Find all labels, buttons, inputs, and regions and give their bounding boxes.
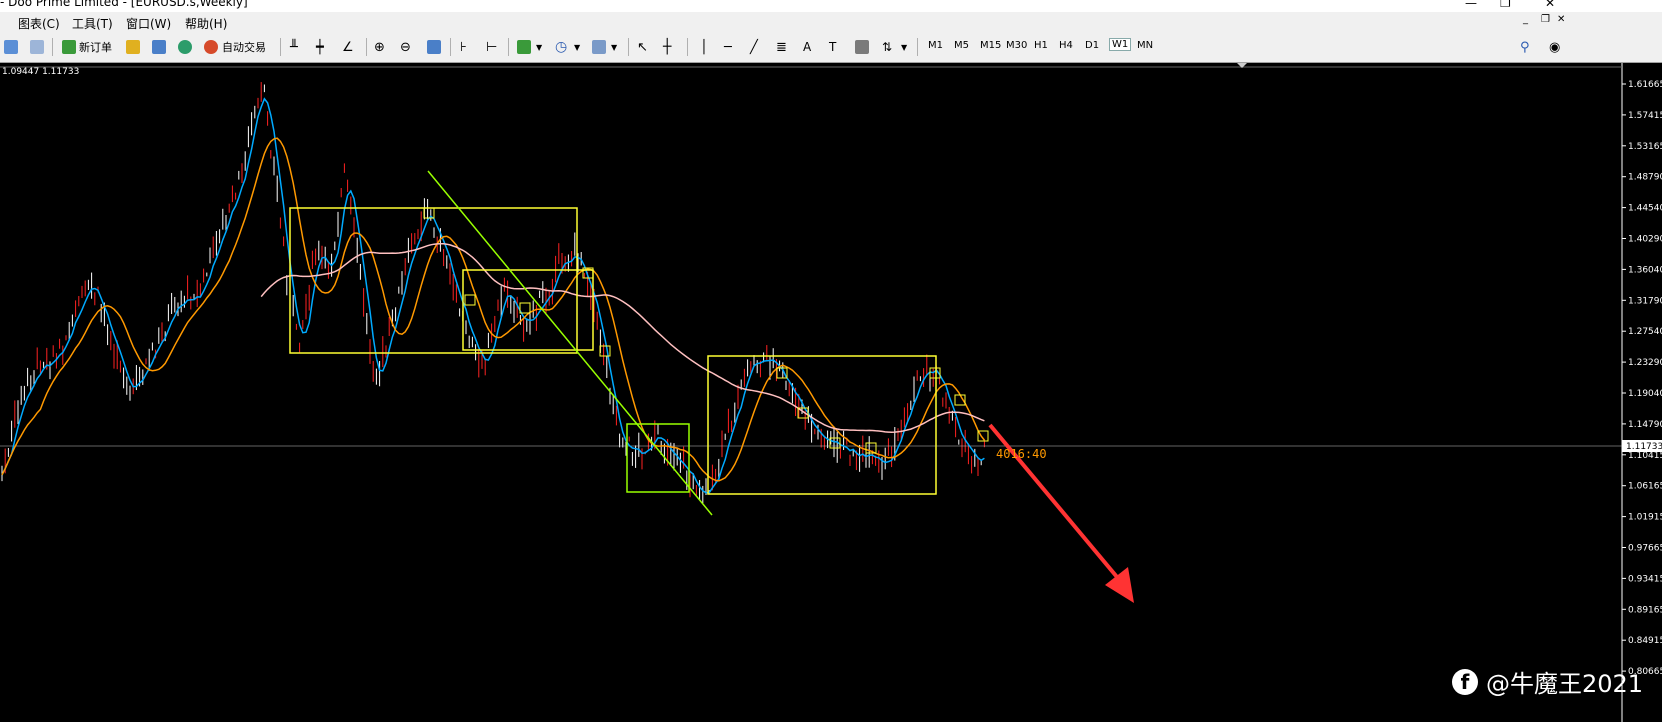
timeframe-m5[interactable]: M5 — [954, 40, 969, 51]
bar-countdown: 4016:40 — [996, 447, 1047, 461]
price-axis-label: 1.36040 — [1628, 265, 1662, 275]
tile-windows-icon[interactable] — [427, 40, 441, 54]
current-price-label: 1.11733 — [1626, 442, 1662, 452]
price-axis-label: 1.14790 — [1628, 420, 1662, 430]
price-axis-label: 1.19040 — [1628, 389, 1662, 399]
price-axis-label: 0.93415 — [1628, 574, 1662, 584]
rectangle-icon[interactable] — [855, 40, 869, 54]
ohlc-label: 1.09447 1.11733 — [2, 67, 80, 77]
chart-window[interactable]: 4016:40 1.61665 1.57415 1.53165 1.48790 1.44… — [0, 63, 1662, 722]
timeframe-d1[interactable]: D1 — [1085, 40, 1099, 51]
title-bar: - Doo Prime Limited - [EURUSD.s,Weekly] … — [0, 0, 1662, 12]
indicators-icon[interactable] — [517, 40, 531, 54]
restore-button[interactable]: ❐ — [1500, 0, 1511, 10]
new-order-icon[interactable] — [62, 40, 76, 54]
search-icon[interactable]: ⚲ — [1520, 39, 1530, 55]
line-chart-icon[interactable]: ∠ — [342, 39, 354, 55]
autoscroll-icon[interactable]: ⊢ — [486, 39, 497, 55]
new-order-button[interactable]: 新订单 — [79, 39, 112, 55]
price-axis-label: 1.40290 — [1628, 235, 1662, 245]
timeframe-m15[interactable]: M15 — [980, 40, 1001, 51]
periods-icon[interactable]: ◷ — [555, 39, 567, 55]
community-icon[interactable]: ◉ — [1549, 39, 1560, 55]
overlay-group: 4016:40 — [0, 97, 1622, 603]
signal-marker — [464, 294, 476, 306]
watermark: f @牛魔王2021 — [1452, 664, 1643, 699]
price-chart[interactable]: 4016:40 1.61665 1.57415 1.53165 1.48790 1.44… — [0, 63, 1662, 722]
new-chart-icon[interactable] — [4, 40, 18, 54]
menu-tools[interactable]: 工具(T) — [72, 15, 113, 32]
price-axis-label: 1.27540 — [1628, 327, 1662, 337]
chart-shift-icon[interactable]: ⊦ — [460, 39, 467, 55]
candlestick-chart-icon[interactable]: ┿ — [316, 39, 324, 55]
toolbar: 新订单 自动交易 ╨ ┿ ∠ ⊕ ⊖ ⊦ ⊢ ▼ ◷ ▼ ▼ ↖ ┼ │ ─ ╱… — [0, 32, 1662, 63]
price-axis-label: 1.61665 — [1628, 80, 1662, 90]
candles-group — [1, 82, 985, 504]
channel-icon[interactable]: ≣ — [776, 39, 787, 55]
cursor-icon[interactable]: ↖ — [637, 39, 648, 55]
menu-window[interactable]: 窗口(W) — [126, 15, 171, 32]
chevron-down-icon[interactable]: ▼ — [901, 39, 907, 55]
timeframe-h1[interactable]: H1 — [1034, 40, 1048, 51]
mdi-minimize-icon[interactable]: _ — [1523, 14, 1528, 25]
templates-icon[interactable] — [592, 40, 606, 54]
terminal-icon[interactable] — [178, 40, 192, 54]
price-axis-label: 0.97665 — [1628, 544, 1662, 554]
crosshair-icon[interactable]: ┼ — [663, 39, 671, 55]
consolidation-box — [462, 269, 594, 351]
facebook-icon: f — [1452, 668, 1478, 695]
chevron-down-icon[interactable]: ▼ — [536, 39, 542, 55]
arrows-icon[interactable]: ⇅ — [882, 39, 892, 55]
zoom-out-icon[interactable]: ⊖ — [400, 39, 411, 55]
price-axis-label: 1.57415 — [1628, 111, 1662, 121]
mdi-close-icon[interactable]: ✕ — [1557, 14, 1565, 25]
price-axis-label: 1.10415 — [1628, 451, 1662, 461]
timeframe-w1[interactable]: W1 — [1109, 38, 1132, 51]
close-button[interactable]: ✕ — [1545, 0, 1555, 10]
price-axis-label: 0.89165 — [1628, 605, 1662, 615]
timeframe-h4[interactable]: H4 — [1059, 40, 1073, 51]
price-axis-group: 1.61665 1.57415 1.53165 1.48790 1.44540 1.402… — [1622, 80, 1662, 677]
timeframe-m1[interactable]: M1 — [928, 40, 943, 51]
chevron-down-icon[interactable]: ▼ — [611, 39, 617, 55]
text-icon[interactable]: A — [803, 39, 811, 55]
horizontal-line-icon[interactable]: ─ — [724, 39, 732, 55]
bar-chart-icon[interactable]: ╨ — [290, 39, 298, 55]
timeframe-mn[interactable]: MN — [1137, 40, 1153, 51]
minimize-button[interactable]: — — [1465, 0, 1477, 10]
profiles-icon[interactable] — [30, 40, 44, 54]
signal-marker — [423, 207, 435, 219]
timeframe-m30[interactable]: M30 — [1006, 40, 1027, 51]
window-title: - Doo Prime Limited - [EURUSD.s,Weekly] — [0, 0, 248, 9]
zoom-in-icon[interactable]: ⊕ — [374, 39, 385, 55]
price-axis-label: 1.48790 — [1628, 173, 1662, 183]
menu-chart[interactable]: 图表(C) — [18, 15, 60, 32]
price-axis-label: 1.44540 — [1628, 204, 1662, 214]
navigator-icon[interactable] — [152, 40, 166, 54]
vertical-line-icon[interactable]: │ — [700, 39, 708, 55]
price-axis-label: 0.84915 — [1628, 636, 1662, 646]
auto-trade-icon[interactable] — [204, 40, 218, 54]
forecast-arrow-head — [1105, 567, 1134, 603]
mdi-restore-icon[interactable]: ❐ — [1541, 14, 1550, 25]
menu-help[interactable]: 帮助(H) — [185, 15, 227, 32]
signal-marker — [519, 302, 531, 314]
chevron-down-icon[interactable]: ▼ — [574, 39, 580, 55]
price-axis-label: 1.31790 — [1628, 296, 1662, 306]
auto-trade-button[interactable]: 自动交易 — [222, 39, 266, 55]
price-axis-label: 1.53165 — [1628, 142, 1662, 152]
text-label-icon[interactable]: T — [829, 39, 836, 55]
market-watch-icon[interactable] — [126, 40, 140, 54]
trendline-icon[interactable]: ╱ — [750, 39, 758, 55]
consolidation-box — [707, 355, 937, 495]
price-axis-label: 1.01915 — [1628, 513, 1662, 523]
menu-bar: 图表(C) 工具(T) 窗口(W) 帮助(H) _ ❐ ✕ — [0, 12, 1662, 32]
ma-slow-line — [260, 243, 985, 433]
watermark-text: @牛魔王2021 — [1486, 670, 1644, 698]
price-axis-label: 1.06165 — [1628, 482, 1662, 492]
price-axis-label: 1.23290 — [1628, 358, 1662, 368]
